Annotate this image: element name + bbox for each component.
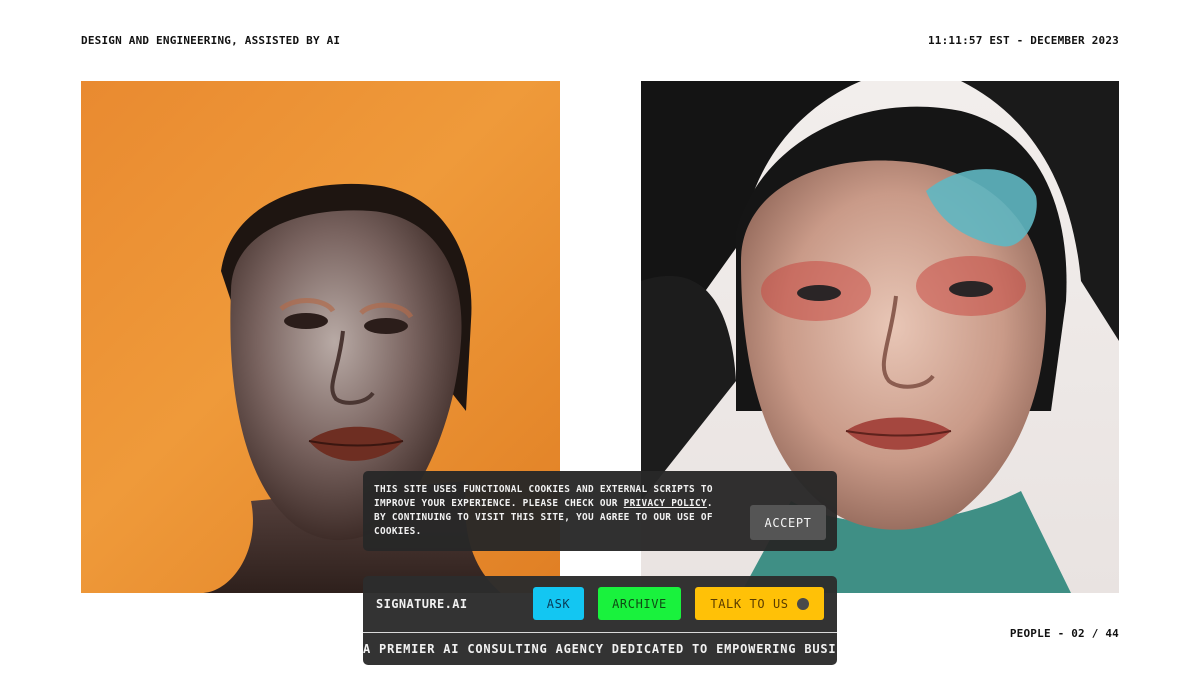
cookie-line-2-suffix: . (706, 498, 713, 509)
privacy-policy-link[interactable]: PRIVACY POLICY (624, 498, 707, 509)
cookie-line-2: IMPROVE YOUR EXPERIENCE. PLEASE CHECK OU… (374, 497, 746, 511)
agency-ticker: A PREMIER AI CONSULTING AGENCY DEDICATED… (363, 642, 837, 656)
cookie-banner: THIS SITE USES FUNCTIONAL COOKIES AND EX… (363, 471, 837, 551)
talk-to-us-button[interactable]: TALK TO US (695, 587, 824, 620)
cookie-line-3: BY CONTINUING TO VISIT THIS SITE, YOU AG… (374, 512, 713, 523)
cookie-message: THIS SITE USES FUNCTIONAL COOKIES AND EX… (374, 483, 746, 539)
nav-divider (363, 632, 837, 633)
talk-to-us-label: TALK TO US (710, 596, 789, 611)
page: DESIGN AND ENGINEERING, ASSISTED BY AI 1… (0, 0, 1200, 674)
bottom-nav-bar: SIGNATURE.AI ASK ARCHIVE TALK TO US A PR… (363, 576, 837, 665)
brand-name[interactable]: SIGNATURE.AI (376, 597, 468, 611)
accept-cookies-button[interactable]: ACCEPT (750, 505, 826, 540)
archive-button[interactable]: ARCHIVE (598, 587, 681, 620)
live-clock: 11:11:57 EST - DECEMBER 2023 (927, 34, 1119, 47)
status-dot-icon (796, 597, 809, 610)
ask-button[interactable]: ASK (533, 587, 584, 620)
cookie-line-2-prefix: IMPROVE YOUR EXPERIENCE. PLEASE CHECK OU… (374, 498, 624, 509)
cookie-line-4: COOKIES. (374, 526, 422, 537)
site-tagline: DESIGN AND ENGINEERING, ASSISTED BY AI (81, 34, 341, 47)
gallery-counter: PEOPLE - 02 / 44 (1009, 627, 1119, 640)
cookie-line-1: THIS SITE USES FUNCTIONAL COOKIES AND EX… (374, 484, 713, 495)
